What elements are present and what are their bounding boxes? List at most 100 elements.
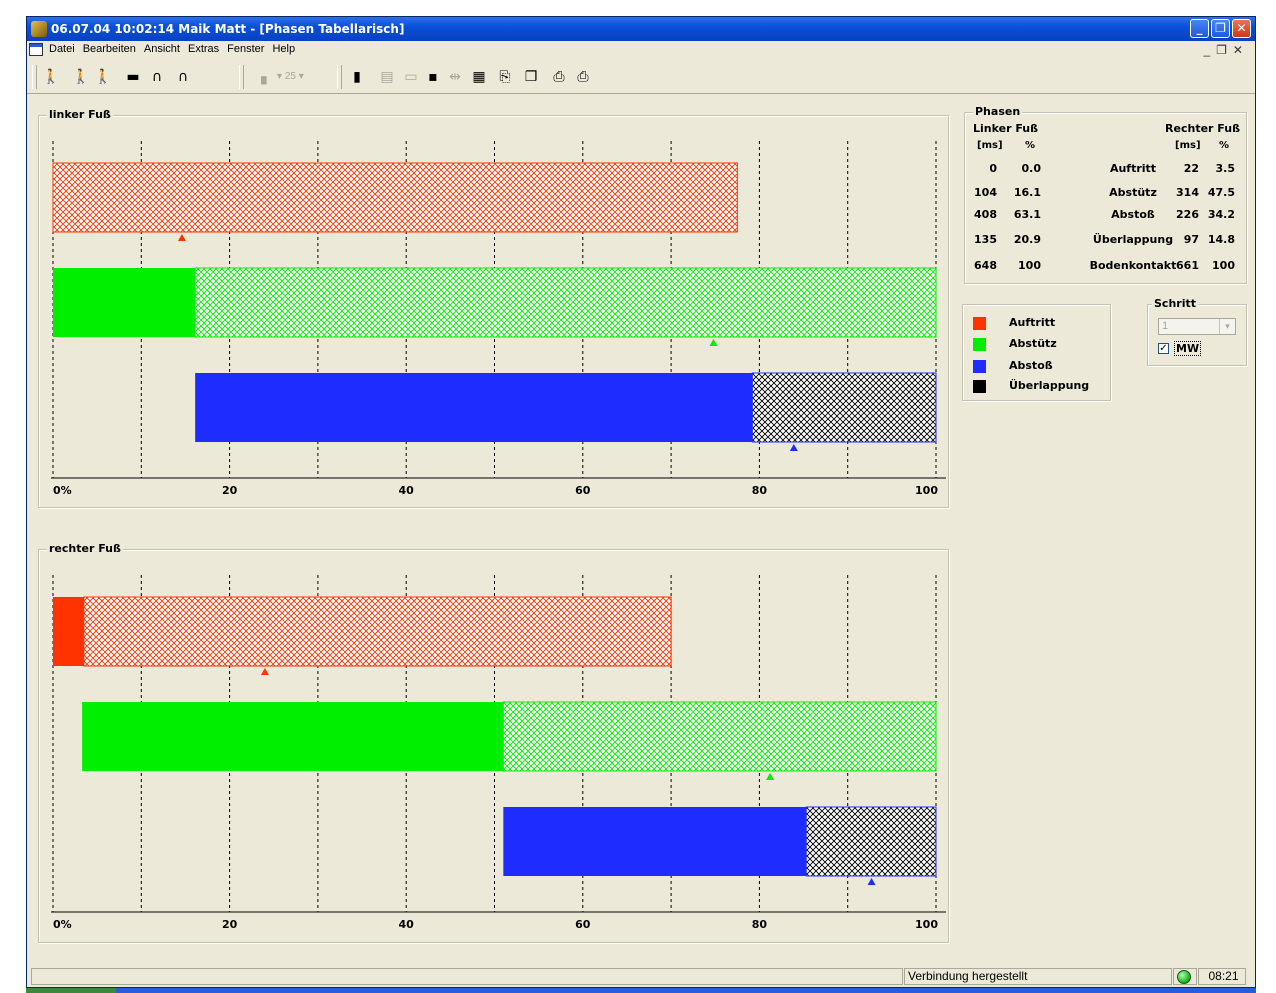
bar-hatched-2 <box>805 806 937 877</box>
marker-triangle <box>867 878 876 885</box>
taskbar-edge <box>26 988 1256 993</box>
separator-icon[interactable]: ⇹ <box>445 67 465 87</box>
left-ms-value: 135 <box>974 233 997 246</box>
restore-button[interactable]: ❐ <box>1211 19 1230 38</box>
title-bar[interactable]: 06.07.04 10:02:14 Maik Matt - [Phasen Ta… <box>27 17 1255 41</box>
schritt-select[interactable]: 1 ▾ <box>1158 318 1236 335</box>
color-bars-icon[interactable]: ▬ <box>123 67 143 87</box>
print-icon[interactable]: ⎙ <box>549 67 569 87</box>
tick-label: 80 <box>752 918 768 931</box>
bar-solid-1 <box>53 268 196 337</box>
barcode-icon[interactable]: ▦ <box>469 67 489 87</box>
app-icon[interactable] <box>31 21 47 37</box>
marker-triangle <box>765 773 774 780</box>
connection-led-icon <box>1177 970 1191 984</box>
folder-icon[interactable]: ▭ <box>401 67 421 87</box>
bar-hatched-2 <box>751 372 937 443</box>
left-ms-value: 648 <box>974 259 997 272</box>
connection-status: Verbindung hergestellt <box>904 968 1172 985</box>
legend-label: Überlappung <box>1009 379 1090 392</box>
right-ms-value: 314 <box>1176 186 1199 199</box>
right-pct-value: 47.5 <box>1207 186 1235 199</box>
preview-icon[interactable]: ⎘ <box>495 67 515 87</box>
right-ms-unit: [ms] <box>1175 140 1201 151</box>
marker-triangle <box>260 668 269 675</box>
menu-bearbeiten[interactable]: Bearbeiten <box>83 43 136 55</box>
toolbar-grip[interactable] <box>32 65 37 89</box>
menu-extras[interactable]: Extras <box>188 43 219 55</box>
menu-items: Datei Bearbeiten Ansicht Extras Fenster Help <box>49 43 303 55</box>
marker-triangle <box>177 234 186 241</box>
legend-swatch <box>973 380 986 393</box>
left-foot-chart: 0% 20 40 60 80 100 <box>51 141 946 497</box>
right-ms-value: 97 <box>1183 233 1199 246</box>
tick-label: 0% <box>53 484 72 497</box>
minimize-button[interactable]: _ <box>1190 19 1209 38</box>
left-pct-value: 16.1 <box>1013 186 1041 199</box>
tick-label: 0% <box>53 918 72 931</box>
close-button[interactable]: ✕ <box>1232 19 1251 38</box>
left-pct-unit: % <box>1025 140 1036 151</box>
status-panel-main <box>31 968 903 985</box>
print-setup-icon[interactable]: ⎙ <box>573 67 593 87</box>
left-foot-head: Linker Fuß <box>973 122 1039 135</box>
menu-help[interactable]: Help <box>272 43 295 55</box>
phasen-title: Phasen <box>973 105 1023 118</box>
walk-icon[interactable]: 🚶 <box>41 67 61 87</box>
left-pct-value: 63.1 <box>1013 208 1041 221</box>
right-pct-value: 14.8 <box>1207 233 1235 246</box>
bar-solid-2 <box>503 807 807 876</box>
right-pct-value: 3.5 <box>1215 162 1236 175</box>
window-title: 06.07.04 10:02:14 Maik Matt - [Phasen Ta… <box>51 22 405 36</box>
zoom-dropdown[interactable]: ▾ 25 ▾ <box>277 71 304 82</box>
left-ms-unit: [ms] <box>977 140 1003 151</box>
document-icon[interactable] <box>29 43 43 56</box>
menu-fenster[interactable]: Fenster <box>227 43 264 55</box>
menu-ansicht[interactable]: Ansicht <box>144 43 180 55</box>
bar-solid-1 <box>82 702 504 771</box>
tick-label: 100 <box>915 484 938 497</box>
phasen-panel: Phasen Linker Fuß Rechter Fuß [ms] % [ms… <box>964 105 1247 284</box>
save-icon[interactable]: ▪ <box>423 67 443 87</box>
marker-triangle <box>789 444 798 451</box>
connection-indicator-panel <box>1173 968 1197 985</box>
foot-icon[interactable]: ▗ <box>251 67 271 87</box>
right-foot-head: Rechter Fuß <box>1165 122 1240 135</box>
bar-hatched-0 <box>52 162 738 233</box>
schritt-panel: Schritt 1 ▾ ✓ MW <box>1147 297 1247 366</box>
mw-label[interactable]: MW <box>1174 341 1202 356</box>
toolbar-grip-2[interactable] <box>239 65 244 89</box>
toolbar-grip-3[interactable] <box>337 65 342 89</box>
schritt-title: Schritt <box>1152 297 1198 310</box>
legend-label: Abstütz <box>1009 337 1057 350</box>
mw-checkbox[interactable]: ✓ <box>1158 343 1169 354</box>
chevron-down-icon[interactable]: ▾ <box>1219 319 1235 334</box>
bar-solid-2 <box>195 373 753 442</box>
legend-label: Abstoß <box>1009 359 1053 372</box>
open-icon[interactable]: ▤ <box>377 67 397 87</box>
schritt-select-value: 1 <box>1162 320 1169 332</box>
left-pct-value: 20.9 <box>1013 233 1041 246</box>
tick-label: 20 <box>222 918 238 931</box>
bar-hatched-1 <box>502 701 937 772</box>
tick-label: 60 <box>575 484 591 497</box>
legend-swatch <box>973 338 986 351</box>
bars-person-icon[interactable]: ▮ <box>347 67 367 87</box>
left-ms-value: 408 <box>974 208 997 221</box>
left-pct-value: 100 <box>1018 259 1041 272</box>
curves-icon[interactable]: ∩ <box>147 67 167 87</box>
walk-compare-icon[interactable]: 🚶 <box>93 67 113 87</box>
mdi-controls[interactable]: _❐✕ <box>1204 43 1250 57</box>
walk-pair-icon[interactable]: 🚶 <box>71 67 91 87</box>
curves-alt-icon[interactable]: ∩ <box>173 67 193 87</box>
right-ms-value: 226 <box>1176 208 1199 221</box>
right-foot-chart: 0% 20 40 60 80 100 <box>51 575 946 931</box>
tick-label: 40 <box>399 484 415 497</box>
menu-datei[interactable]: Datei <box>49 43 75 55</box>
copy-icon[interactable]: ❐ <box>521 67 541 87</box>
app-window: 06.07.04 10:02:14 Maik Matt - [Phasen Ta… <box>26 16 1256 988</box>
zoom-value: 25 <box>284 71 296 82</box>
left-ms-value: 0 <box>989 162 997 175</box>
bar-hatched-0 <box>83 596 672 667</box>
clock: 08:21 <box>1198 968 1246 985</box>
